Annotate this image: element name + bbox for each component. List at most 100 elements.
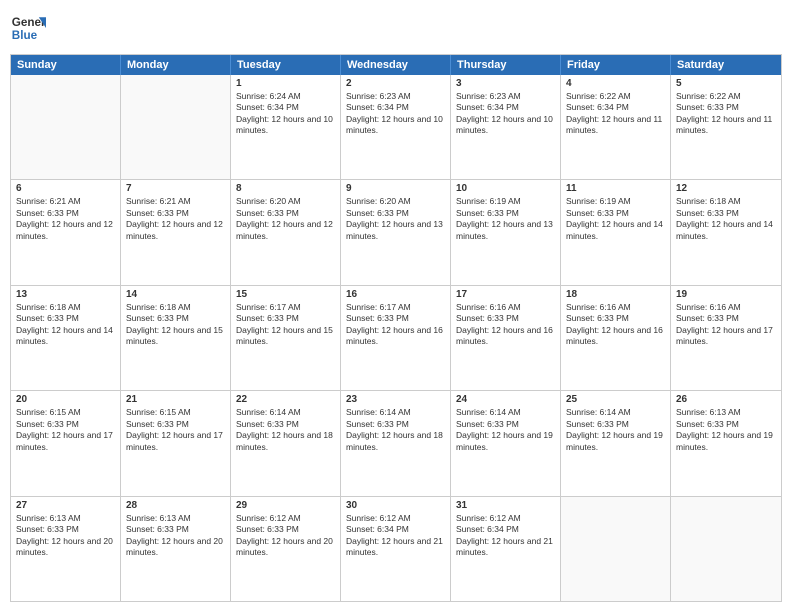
week-row-3: 20Sunrise: 6:15 AMSunset: 6:33 PMDayligh… bbox=[11, 391, 781, 496]
sunrise-text: Sunrise: 6:21 AM bbox=[126, 196, 225, 207]
sunset-text: Sunset: 6:33 PM bbox=[16, 524, 115, 535]
cal-cell-empty-4-6 bbox=[671, 497, 781, 601]
sunrise-text: Sunrise: 6:14 AM bbox=[236, 407, 335, 418]
sunset-text: Sunset: 6:33 PM bbox=[346, 419, 445, 430]
daylight-text: Daylight: 12 hours and 18 minutes. bbox=[346, 430, 445, 453]
sunset-text: Sunset: 6:33 PM bbox=[676, 419, 776, 430]
sunrise-text: Sunrise: 6:12 AM bbox=[456, 513, 555, 524]
day-number: 21 bbox=[126, 394, 225, 405]
sunset-text: Sunset: 6:33 PM bbox=[126, 419, 225, 430]
day-number: 27 bbox=[16, 500, 115, 511]
cal-cell-18: 18 Sunrise: 6:16 AMSunset: 6:33 PMDayligh… bbox=[561, 286, 671, 390]
day-number: 30 bbox=[346, 500, 445, 511]
sunset-text: Sunset: 6:33 PM bbox=[126, 208, 225, 219]
sunset-text: Sunset: 6:33 PM bbox=[126, 524, 225, 535]
day-number: 8 bbox=[236, 183, 335, 194]
daylight-text: Daylight: 12 hours and 17 minutes. bbox=[126, 430, 225, 453]
daylight-text: Daylight: 12 hours and 19 minutes. bbox=[676, 430, 776, 453]
cal-cell-8: 8Sunrise: 6:20 AMSunset: 6:33 PMDaylight… bbox=[231, 180, 341, 284]
day-number: 14 bbox=[126, 289, 225, 300]
svg-text:Blue: Blue bbox=[12, 29, 38, 42]
day-number: 9 bbox=[346, 183, 445, 194]
sunset-text: Sunset: 6:34 PM bbox=[346, 102, 445, 113]
day-number: 18 bbox=[566, 289, 665, 300]
sunrise-text: Sunrise: 6:14 AM bbox=[456, 407, 555, 418]
sunset-text: Sunset: 6:33 PM bbox=[456, 419, 555, 430]
day-number: 28 bbox=[126, 500, 225, 511]
day-number: 13 bbox=[16, 289, 115, 300]
calendar-header: SundayMondayTuesdayWednesdayThursdayFrid… bbox=[11, 55, 781, 75]
logo-icon: General Blue bbox=[10, 10, 46, 46]
day-number: 29 bbox=[236, 500, 335, 511]
day-number: 22 bbox=[236, 394, 335, 405]
sunrise-text: Sunrise: 6:18 AM bbox=[126, 302, 225, 313]
sunset-text: Sunset: 6:33 PM bbox=[456, 313, 555, 324]
sunset-text: Sunset: 6:34 PM bbox=[236, 102, 335, 113]
daylight-text: Daylight: 12 hours and 20 minutes. bbox=[236, 536, 335, 559]
cal-cell-23: 23Sunrise: 6:14 AMSunset: 6:33 PMDayligh… bbox=[341, 391, 451, 495]
day-number: 19 bbox=[676, 289, 776, 300]
day-header-sunday: Sunday bbox=[11, 55, 121, 75]
sunset-text: Sunset: 6:33 PM bbox=[236, 419, 335, 430]
sunset-text: Sunset: 6:33 PM bbox=[566, 208, 665, 219]
daylight-text: Daylight: 12 hours and 10 minutes. bbox=[346, 114, 445, 137]
calendar-body: 1Sunrise: 6:24 AMSunset: 6:34 PMDaylight… bbox=[11, 75, 781, 601]
daylight-text: Daylight: 12 hours and 15 minutes. bbox=[236, 325, 335, 348]
sunrise-text: Sunrise: 6:13 AM bbox=[126, 513, 225, 524]
sunrise-text: Sunrise: 6:20 AM bbox=[346, 196, 445, 207]
cal-cell-15: 15Sunrise: 6:17 AMSunset: 6:33 PMDayligh… bbox=[231, 286, 341, 390]
sunset-text: Sunset: 6:33 PM bbox=[16, 208, 115, 219]
day-header-saturday: Saturday bbox=[671, 55, 781, 75]
cal-cell-empty-0-0 bbox=[11, 75, 121, 179]
sunset-text: Sunset: 6:33 PM bbox=[566, 313, 665, 324]
sunrise-text: Sunrise: 6:13 AM bbox=[676, 407, 776, 418]
week-row-2: 13Sunrise: 6:18 AMSunset: 6:33 PMDayligh… bbox=[11, 286, 781, 391]
daylight-text: Daylight: 12 hours and 21 minutes. bbox=[346, 536, 445, 559]
daylight-text: Daylight: 12 hours and 15 minutes. bbox=[126, 325, 225, 348]
cal-cell-24: 24Sunrise: 6:14 AMSunset: 6:33 PMDayligh… bbox=[451, 391, 561, 495]
cal-cell-22: 22 Sunrise: 6:14 AMSunset: 6:33 PMDayligh… bbox=[231, 391, 341, 495]
cal-cell-4: 4Sunrise: 6:22 AMSunset: 6:34 PMDaylight… bbox=[561, 75, 671, 179]
daylight-text: Daylight: 12 hours and 14 minutes. bbox=[566, 219, 665, 242]
daylight-text: Daylight: 12 hours and 12 minutes. bbox=[236, 219, 335, 242]
cal-cell-11: 11Sunrise: 6:19 AMSunset: 6:33 PMDayligh… bbox=[561, 180, 671, 284]
sunrise-text: Sunrise: 6:16 AM bbox=[566, 302, 665, 313]
daylight-text: Daylight: 12 hours and 20 minutes. bbox=[126, 536, 225, 559]
sunrise-text: Sunrise: 6:12 AM bbox=[236, 513, 335, 524]
daylight-text: Daylight: 12 hours and 12 minutes. bbox=[16, 219, 115, 242]
daylight-text: Daylight: 12 hours and 17 minutes. bbox=[676, 325, 776, 348]
sunrise-text: Sunrise: 6:23 AM bbox=[346, 91, 445, 102]
day-number: 5 bbox=[676, 78, 776, 89]
sunrise-text: Sunrise: 6:15 AM bbox=[16, 407, 115, 418]
cal-cell-6: 6 Sunrise: 6:21 AMSunset: 6:33 PMDaylight… bbox=[11, 180, 121, 284]
day-header-tuesday: Tuesday bbox=[231, 55, 341, 75]
cal-cell-14: 14 Sunrise: 6:18 AMSunset: 6:33 PMDayligh… bbox=[121, 286, 231, 390]
sunrise-text: Sunrise: 6:21 AM bbox=[16, 196, 115, 207]
cal-cell-9: 9 Sunrise: 6:20 AMSunset: 6:33 PMDaylight… bbox=[341, 180, 451, 284]
daylight-text: Daylight: 12 hours and 13 minutes. bbox=[346, 219, 445, 242]
daylight-text: Daylight: 12 hours and 13 minutes. bbox=[456, 219, 555, 242]
sunset-text: Sunset: 6:33 PM bbox=[676, 102, 776, 113]
daylight-text: Daylight: 12 hours and 16 minutes. bbox=[566, 325, 665, 348]
sunset-text: Sunset: 6:34 PM bbox=[566, 102, 665, 113]
day-number: 16 bbox=[346, 289, 445, 300]
sunset-text: Sunset: 6:33 PM bbox=[456, 208, 555, 219]
cal-cell-30: 30Sunrise: 6:12 AMSunset: 6:34 PMDayligh… bbox=[341, 497, 451, 601]
day-number: 6 bbox=[16, 183, 115, 194]
week-row-0: 1Sunrise: 6:24 AMSunset: 6:34 PMDaylight… bbox=[11, 75, 781, 180]
sunset-text: Sunset: 6:34 PM bbox=[346, 524, 445, 535]
day-number: 25 bbox=[566, 394, 665, 405]
day-number: 15 bbox=[236, 289, 335, 300]
day-header-monday: Monday bbox=[121, 55, 231, 75]
day-number: 11 bbox=[566, 183, 665, 194]
sunrise-text: Sunrise: 6:18 AM bbox=[676, 196, 776, 207]
sunset-text: Sunset: 6:33 PM bbox=[346, 208, 445, 219]
sunrise-text: Sunrise: 6:19 AM bbox=[456, 196, 555, 207]
day-number: 26 bbox=[676, 394, 776, 405]
daylight-text: Daylight: 12 hours and 18 minutes. bbox=[236, 430, 335, 453]
day-number: 7 bbox=[126, 183, 225, 194]
daylight-text: Daylight: 12 hours and 20 minutes. bbox=[16, 536, 115, 559]
sunset-text: Sunset: 6:33 PM bbox=[126, 313, 225, 324]
day-number: 3 bbox=[456, 78, 555, 89]
day-number: 1 bbox=[236, 78, 335, 89]
